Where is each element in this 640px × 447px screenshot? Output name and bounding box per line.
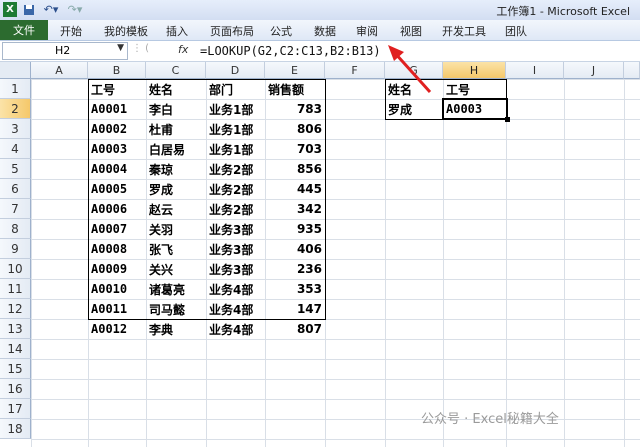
chevron-down-icon[interactable]: ▼ bbox=[117, 43, 124, 53]
tab-team[interactable]: 团队 bbox=[505, 23, 527, 39]
row-header-2[interactable]: 2 bbox=[0, 99, 31, 119]
name-box[interactable]: H2 ▼ bbox=[2, 42, 128, 60]
column-header-j[interactable]: J bbox=[564, 62, 624, 79]
annotation-arrow-icon bbox=[388, 45, 432, 94]
row-header-5[interactable]: 5 bbox=[0, 159, 31, 179]
ribbon-tabs: 文件 开始 我的模板 插入 页面布局 公式 数据 审阅 视图 开发工具 团队 bbox=[0, 20, 640, 41]
window-title: 工作簿1 - Microsoft Excel bbox=[496, 5, 630, 18]
row-header-9[interactable]: 9 bbox=[0, 239, 31, 259]
row-header-13[interactable]: 13 bbox=[0, 319, 31, 339]
name-box-value: H2 bbox=[55, 44, 71, 57]
undo-icon[interactable]: ↶▾ bbox=[40, 2, 62, 17]
lookup-header-id[interactable]: 工号 bbox=[443, 79, 506, 99]
row-header-8[interactable]: 8 bbox=[0, 219, 31, 239]
tab-formulas[interactable]: 公式 bbox=[270, 23, 292, 39]
redo-icon[interactable]: ↷▾ bbox=[64, 2, 86, 17]
fill-handle[interactable] bbox=[505, 117, 510, 122]
grid-line bbox=[624, 79, 625, 447]
formula-divider-icon: ⋮ ( bbox=[132, 43, 150, 54]
row-header-1[interactable]: 1 bbox=[0, 79, 31, 99]
table-cell[interactable]: 807 bbox=[265, 319, 325, 339]
watermark: 公众号 · Excel秘籍大全 bbox=[421, 412, 559, 427]
save-icon[interactable] bbox=[22, 2, 36, 17]
row-header-14[interactable]: 14 bbox=[0, 339, 31, 359]
grid-line bbox=[385, 79, 386, 447]
column-header-a[interactable]: A bbox=[31, 62, 88, 79]
row-header-15[interactable]: 15 bbox=[0, 359, 31, 379]
column-header-f[interactable]: F bbox=[325, 62, 385, 79]
row-header-7[interactable]: 7 bbox=[0, 199, 31, 219]
formula-input[interactable]: =LOOKUP(G2,C2:C13,B2:B13) bbox=[200, 44, 381, 58]
tab-view[interactable]: 视图 bbox=[400, 23, 422, 39]
lookup-name-input[interactable]: 罗成 bbox=[385, 99, 443, 119]
column-header-h[interactable]: H bbox=[443, 62, 506, 79]
column-header-c[interactable]: C bbox=[146, 62, 206, 79]
column-header-d[interactable]: D bbox=[206, 62, 265, 79]
tab-developer[interactable]: 开发工具 bbox=[442, 23, 486, 39]
row-header-6[interactable]: 6 bbox=[0, 179, 31, 199]
table-cell[interactable]: A0012 bbox=[88, 319, 146, 339]
row-header-4[interactable]: 4 bbox=[0, 139, 31, 159]
column-header-i[interactable]: I bbox=[506, 62, 564, 79]
tab-review[interactable]: 审阅 bbox=[356, 23, 378, 39]
row-header-11[interactable]: 11 bbox=[0, 279, 31, 299]
formula-bar: H2 ▼ ⋮ ( fx =LOOKUP(G2,C2:C13,B2:B13) bbox=[0, 41, 640, 62]
column-header-k[interactable] bbox=[624, 62, 640, 79]
excel-icon: X bbox=[3, 2, 17, 17]
row-header-18[interactable]: 18 bbox=[0, 419, 31, 439]
row-header-12[interactable]: 12 bbox=[0, 299, 31, 319]
column-header-e[interactable]: E bbox=[265, 62, 325, 79]
grid-line bbox=[564, 79, 565, 447]
tab-page-layout[interactable]: 页面布局 bbox=[210, 23, 254, 39]
grid-line bbox=[506, 79, 507, 447]
insert-function-button[interactable]: fx bbox=[178, 43, 188, 56]
tab-data[interactable]: 数据 bbox=[314, 23, 336, 39]
select-all-corner[interactable] bbox=[0, 62, 31, 79]
row-header-10[interactable]: 10 bbox=[0, 259, 31, 279]
table-border bbox=[88, 79, 326, 320]
table-cell[interactable]: 李典 bbox=[146, 319, 206, 339]
tab-my-templates[interactable]: 我的模板 bbox=[104, 23, 148, 39]
row-header-17[interactable]: 17 bbox=[0, 399, 31, 419]
active-cell-selection[interactable] bbox=[442, 98, 508, 120]
tab-file[interactable]: 文件 bbox=[0, 20, 48, 40]
table-cell[interactable]: 业务4部 bbox=[206, 319, 265, 339]
grid-line bbox=[443, 79, 444, 447]
column-header-b[interactable]: B bbox=[88, 62, 146, 79]
row-header-16[interactable]: 16 bbox=[0, 379, 31, 399]
row-header-3[interactable]: 3 bbox=[0, 119, 31, 139]
title-bar: X ↶▾ ↷▾ 工作簿1 - Microsoft Excel bbox=[0, 0, 640, 20]
tab-home[interactable]: 开始 bbox=[60, 23, 82, 39]
tab-insert[interactable]: 插入 bbox=[166, 23, 188, 39]
